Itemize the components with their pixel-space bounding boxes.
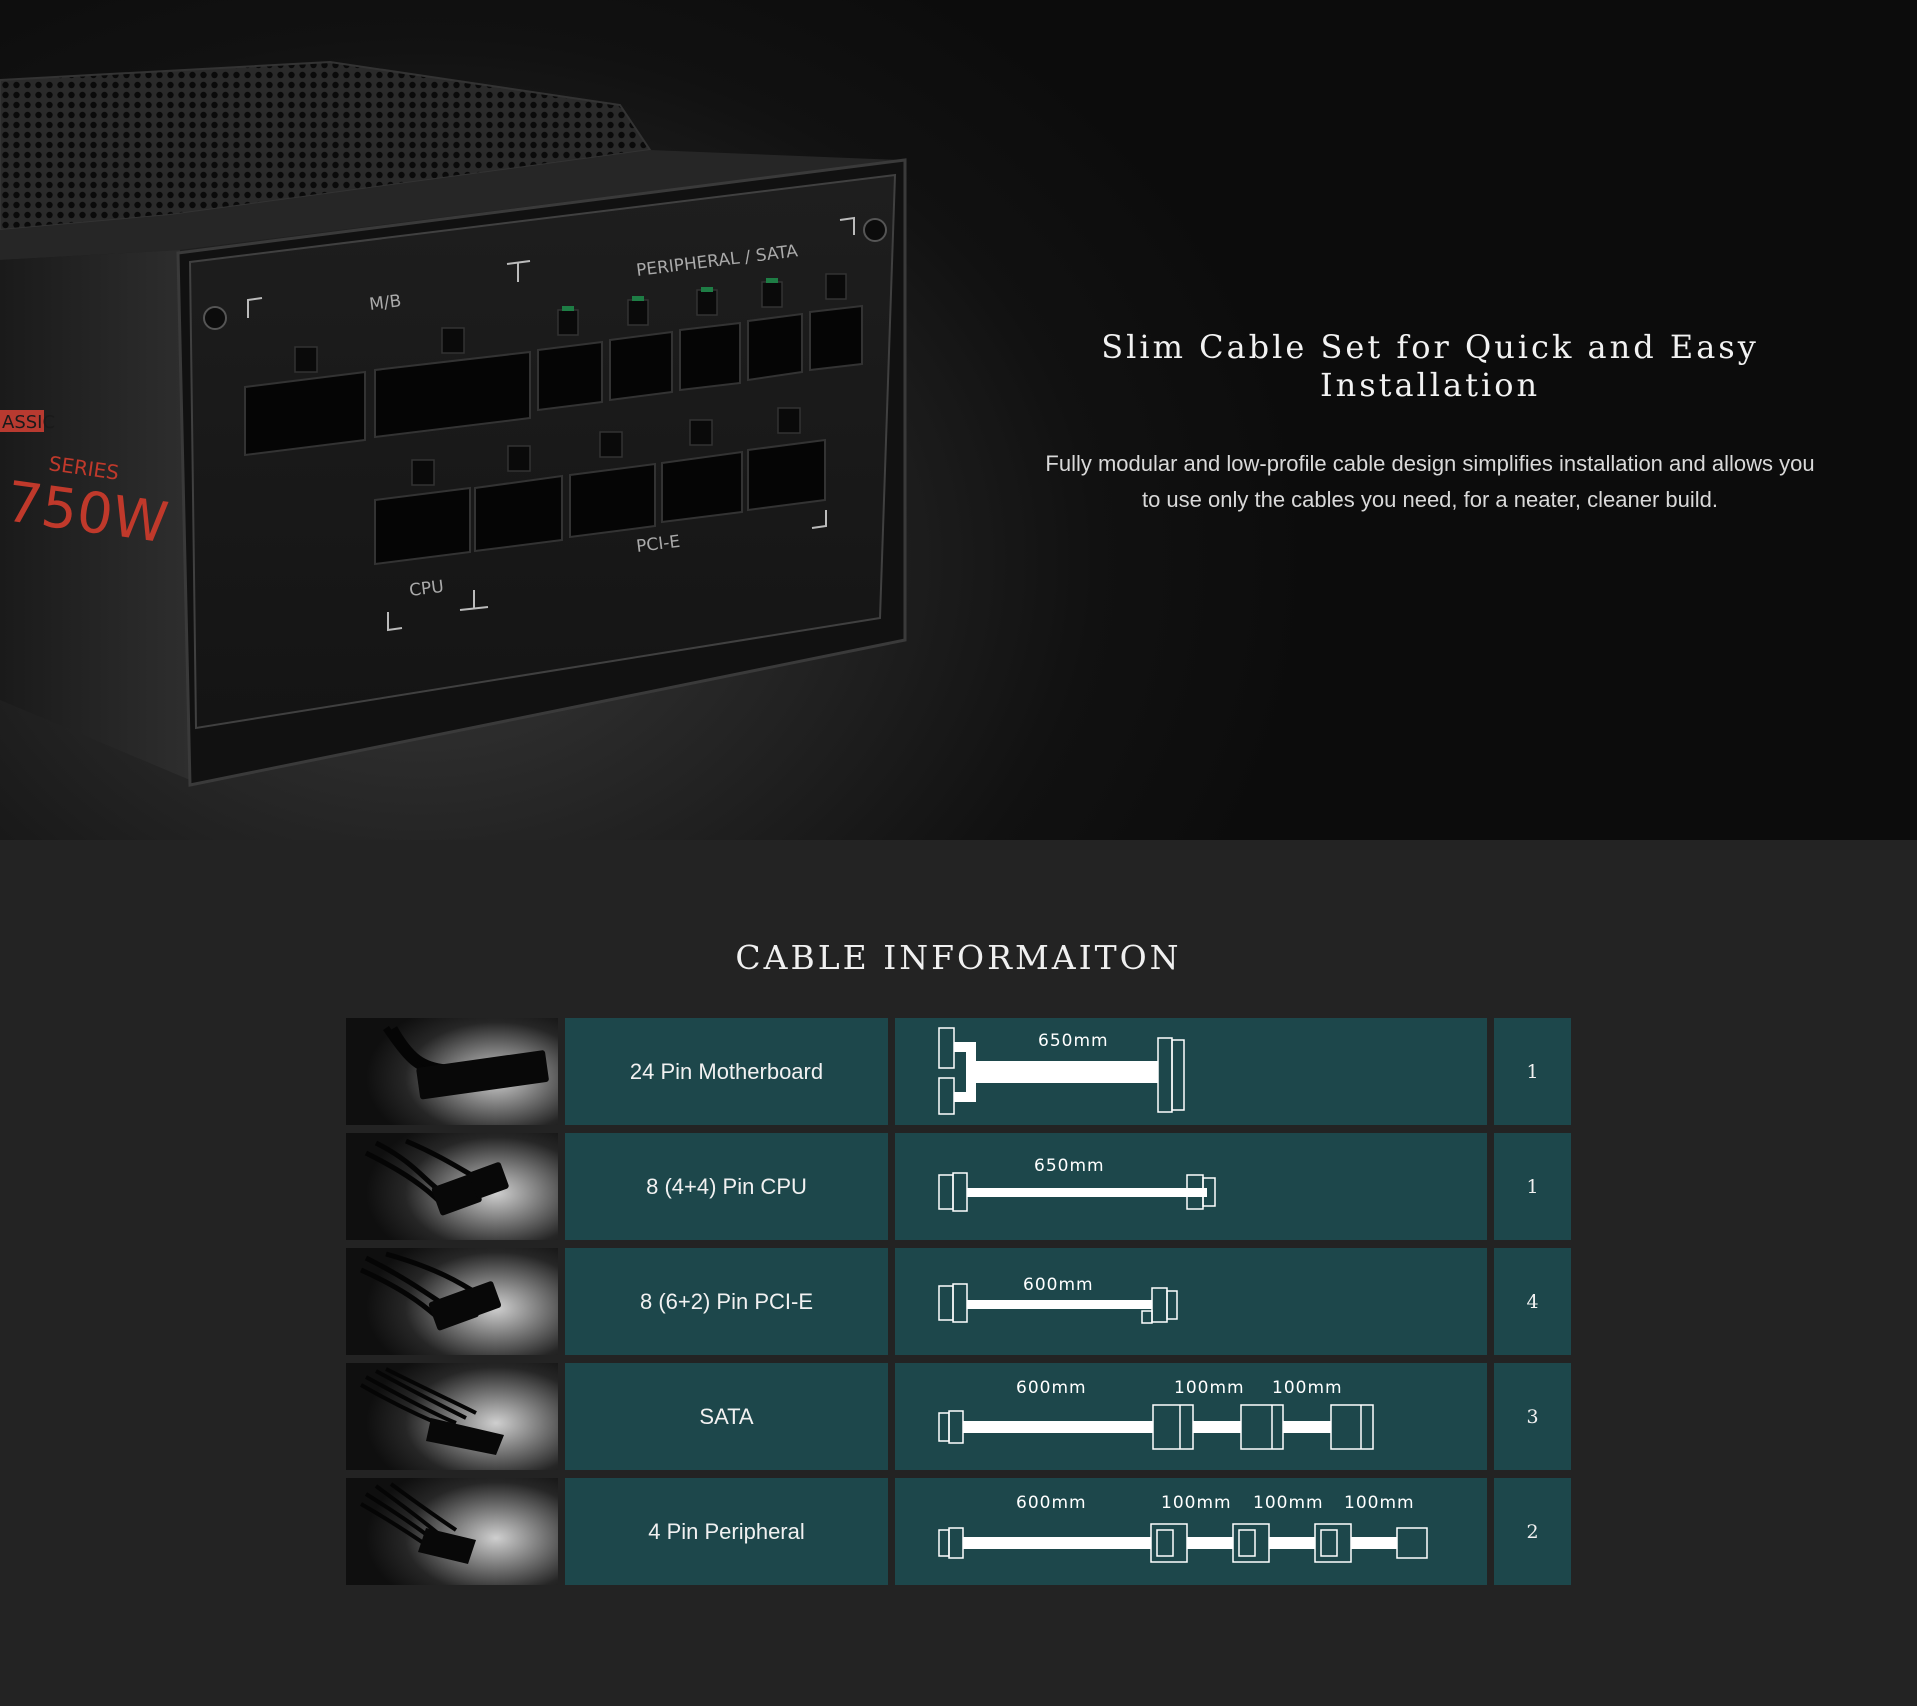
svg-text:600mm: 600mm <box>1016 1378 1087 1398</box>
cable-quantity: 1 <box>1494 1018 1571 1125</box>
hero-section: ASSIC SERIES 750W M/B PERIPHERAL / SATA … <box>0 0 1917 840</box>
table-row: 8 (6+2) Pin PCI-E 600mm 4 <box>346 1248 1571 1355</box>
cable-photo <box>346 1018 558 1125</box>
hero-title: Slim Cable Set for Quick and Easy Instal… <box>1101 328 1759 404</box>
cable-name: 8 (4+4) Pin CPU <box>565 1133 888 1240</box>
table-row: SATA 600mm 100mm 100mm 3 <box>346 1363 1571 1470</box>
cable-photo <box>346 1363 558 1470</box>
cable-section-title: CABLE INFORMAITON <box>735 938 1182 977</box>
cable-diagram: 650mm <box>895 1133 1487 1240</box>
cable-diagram: 600mm 100mm 100mm 100mm <box>895 1478 1487 1585</box>
svg-text:100mm: 100mm <box>1344 1493 1415 1513</box>
hero-text-block: Slim Cable Set for Quick and Easy Instal… <box>990 328 1870 518</box>
table-row: 8 (4+4) Pin CPU 650mm 1 <box>346 1133 1571 1240</box>
cable-quantity: 4 <box>1494 1248 1571 1355</box>
cable-quantity: 2 <box>1494 1478 1571 1585</box>
table-row: 24 Pin Motherboard 650mm 1 <box>346 1018 1571 1125</box>
cable-diagram: 650mm <box>895 1018 1487 1125</box>
svg-text:100mm: 100mm <box>1174 1378 1245 1398</box>
cable-quantity: 1 <box>1494 1133 1571 1240</box>
svg-text:100mm: 100mm <box>1161 1493 1232 1513</box>
cable-diagram: 600mm <box>895 1248 1487 1355</box>
cable-diagram: 600mm 100mm 100mm <box>895 1363 1487 1470</box>
svg-text:ASSIC: ASSIC <box>2 412 55 433</box>
svg-text:600mm: 600mm <box>1016 1493 1087 1513</box>
svg-text:100mm: 100mm <box>1272 1378 1343 1398</box>
hero-description-line: Fully modular and low-profile cable desi… <box>1045 451 1815 476</box>
cable-photo <box>346 1248 558 1355</box>
cable-name: 4 Pin Peripheral <box>565 1478 888 1585</box>
svg-text:CPU: CPU <box>408 577 445 601</box>
svg-text:650mm: 650mm <box>1038 1031 1109 1051</box>
svg-text:100mm: 100mm <box>1253 1493 1324 1513</box>
cable-photo <box>346 1478 558 1585</box>
hero-description: Fully modular and low-profile cable desi… <box>990 446 1870 518</box>
cable-name: 24 Pin Motherboard <box>565 1018 888 1125</box>
cable-photo <box>346 1133 558 1240</box>
cable-name: 8 (6+2) Pin PCI-E <box>565 1248 888 1355</box>
svg-text:M/B: M/B <box>368 291 402 315</box>
svg-text:650mm: 650mm <box>1034 1156 1105 1176</box>
cable-quantity: 3 <box>1494 1363 1571 1470</box>
table-row: 4 Pin Peripheral 600mm 100mm 100mm 100mm <box>346 1478 1571 1585</box>
svg-text:600mm: 600mm <box>1023 1275 1094 1295</box>
cable-name: SATA <box>565 1363 888 1470</box>
hero-description-line: to use only the cables you need, for a n… <box>1141 487 1719 512</box>
psu-product-image: ASSIC SERIES 750W M/B PERIPHERAL / SATA … <box>0 60 907 787</box>
cable-table: 24 Pin Motherboard 650mm 1 8 (4+4) Pin C… <box>346 1018 1571 1593</box>
